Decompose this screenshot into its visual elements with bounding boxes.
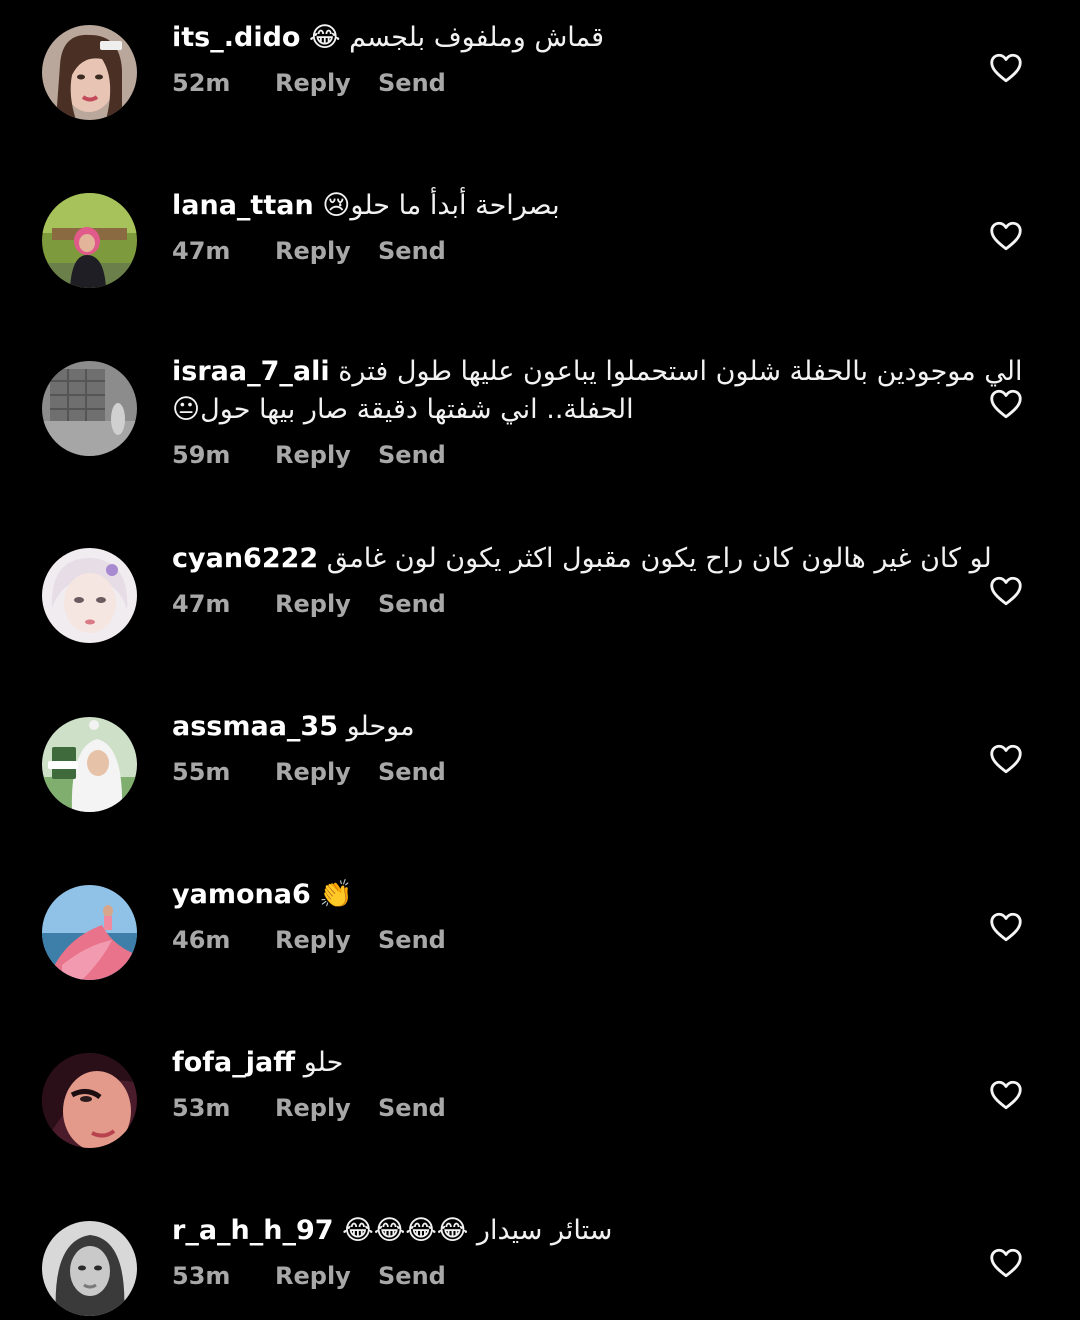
heart-outline-icon[interactable] xyxy=(988,218,1024,254)
heart-outline-icon[interactable] xyxy=(988,1245,1024,1281)
reply-button[interactable]: Reply xyxy=(275,754,378,790)
avatar[interactable] xyxy=(42,717,137,812)
reply-button[interactable]: Reply xyxy=(275,65,378,101)
comment-text: قماش وملفوف بلجسم 😂 xyxy=(309,22,605,53)
timestamp: 47m xyxy=(172,590,231,618)
send-button[interactable]: Send xyxy=(378,437,446,473)
reply-button[interactable]: Reply xyxy=(275,922,378,958)
heart-outline-icon[interactable] xyxy=(988,909,1024,945)
reply-button[interactable]: Reply xyxy=(275,586,378,622)
send-button[interactable]: Send xyxy=(378,1090,446,1126)
username[interactable]: its_.dido xyxy=(172,22,300,53)
heart-outline-icon[interactable] xyxy=(988,573,1024,609)
reply-button[interactable]: Reply xyxy=(275,233,378,269)
send-button[interactable]: Send xyxy=(378,754,446,790)
avatar[interactable] xyxy=(42,885,137,980)
timestamp: 53m xyxy=(172,1094,231,1122)
send-button[interactable]: Send xyxy=(378,586,446,622)
comment-text: موحلو xyxy=(346,711,415,742)
avatar[interactable] xyxy=(42,1053,137,1148)
timestamp: 46m xyxy=(172,926,231,954)
send-button[interactable]: Send xyxy=(378,1258,446,1294)
username[interactable]: israa_7_ali xyxy=(172,356,330,387)
avatar[interactable] xyxy=(42,1221,137,1316)
send-button[interactable]: Send xyxy=(378,922,446,958)
comment-text: حلو xyxy=(303,1047,344,1078)
comment-text: بصراحة أبدأ ما حلو😢 xyxy=(322,190,560,221)
username[interactable]: yamona6 xyxy=(172,879,311,910)
timestamp: 59m xyxy=(172,441,231,469)
avatar[interactable] xyxy=(42,361,137,456)
avatar[interactable] xyxy=(42,548,137,643)
send-button[interactable]: Send xyxy=(378,65,446,101)
comment-text: لو كان غير هالون كان راح يكون مقبول اكثر… xyxy=(326,543,992,574)
username[interactable]: assmaa_35 xyxy=(172,711,338,742)
comment-text: الي موجودين بالحفلة شلون استحملوا يباعون… xyxy=(338,356,1023,387)
comment-text-line-2: الحفلة.. اني شفتها دقيقة صار بيها حول😐 xyxy=(172,394,634,425)
comment-text: ستائر سيدار 😂😂😂😂 xyxy=(342,1215,613,1246)
heart-outline-icon[interactable] xyxy=(988,741,1024,777)
username[interactable]: r_a_h_h_97 xyxy=(172,1215,334,1246)
avatar[interactable] xyxy=(42,193,137,288)
reply-button[interactable]: Reply xyxy=(275,437,378,473)
avatar[interactable] xyxy=(42,25,137,120)
timestamp: 53m xyxy=(172,1262,231,1290)
username[interactable]: lana_ttan xyxy=(172,190,314,221)
send-button[interactable]: Send xyxy=(378,233,446,269)
username[interactable]: cyan6222 xyxy=(172,543,318,574)
reply-button[interactable]: Reply xyxy=(275,1258,378,1294)
comment-text: 👏 xyxy=(319,879,353,910)
timestamp: 55m xyxy=(172,758,231,786)
heart-outline-icon[interactable] xyxy=(988,1077,1024,1113)
username[interactable]: fofa_jaff xyxy=(172,1047,295,1078)
timestamp: 47m xyxy=(172,237,231,265)
heart-outline-icon[interactable] xyxy=(988,50,1024,86)
timestamp: 52m xyxy=(172,69,231,97)
reply-button[interactable]: Reply xyxy=(275,1090,378,1126)
heart-outline-icon[interactable] xyxy=(988,386,1024,422)
